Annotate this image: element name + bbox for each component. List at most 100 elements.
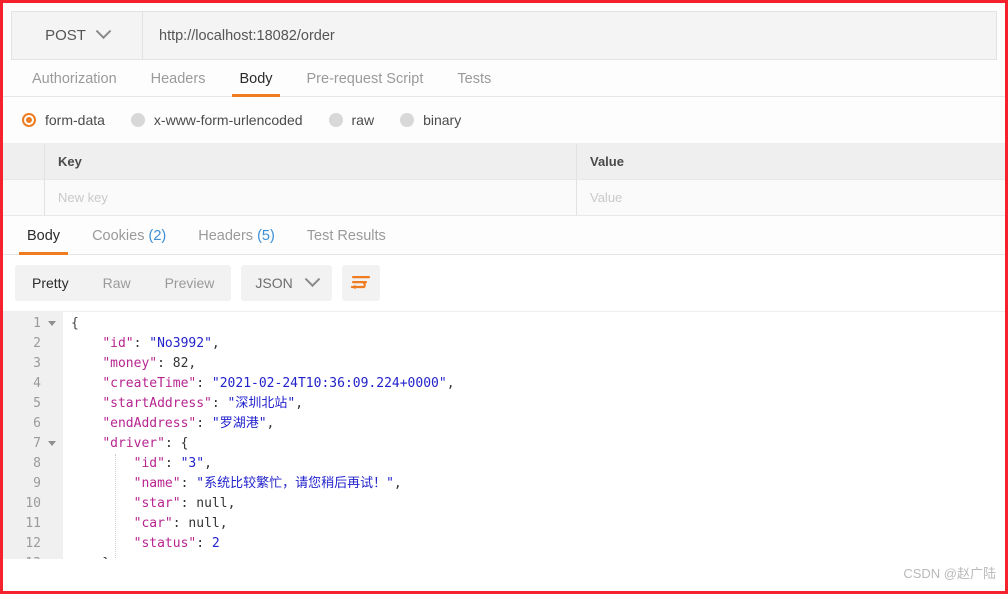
view-mode-pretty[interactable]: Pretty [15, 265, 86, 301]
response-tab-cookies-label: Cookies [92, 228, 145, 244]
row-checkbox-cell[interactable] [3, 180, 45, 215]
response-format-selector[interactable]: JSON [241, 265, 332, 301]
editor-line-numbers: 1234567891011121314 [3, 312, 63, 559]
line-number: 3 [33, 356, 41, 371]
response-tab-cookies-count: (2) [148, 228, 167, 244]
code-token: "createTime" [102, 376, 197, 391]
code-token: "罗湖港" [211, 416, 267, 431]
line-number: 5 [33, 396, 41, 411]
radio-raw-label: raw [351, 112, 375, 128]
code-line: "id": "3", [63, 454, 1005, 474]
editor-code-area[interactable]: { "id": "No3992", "money": 82, "createTi… [63, 312, 1005, 559]
code-token: : { [164, 436, 189, 451]
radio-form-data-label: form-data [45, 112, 105, 128]
tab-pre-request-script[interactable]: Pre-request Script [290, 71, 441, 96]
radio-selected-icon [22, 113, 36, 127]
code-token: { [71, 316, 79, 331]
response-tab-test-results[interactable]: Test Results [291, 228, 402, 254]
code-line: "id": "No3992", [63, 334, 1005, 354]
line-number: 8 [33, 456, 41, 471]
new-value-input[interactable]: Value [577, 180, 1005, 215]
code-line: { [63, 314, 1005, 334]
line-number: 6 [33, 416, 41, 431]
code-line: "star": null, [63, 494, 1005, 514]
http-method-label: POST [45, 27, 86, 44]
code-token: , [211, 336, 220, 351]
request-tabs: Authorization Headers Body Pre-request S… [3, 60, 1005, 97]
tab-headers[interactable]: Headers [134, 71, 223, 96]
radio-binary-label: binary [423, 112, 462, 128]
fold-arrow-icon[interactable] [48, 321, 56, 326]
postman-window: POST http://localhost:18082/order Author… [0, 0, 1008, 594]
code-token: "3" [180, 456, 205, 471]
table-row[interactable]: New key Value [3, 180, 1005, 216]
code-token: "系统比较繁忙，请您稍后再试！" [196, 476, 394, 491]
response-tab-cookies[interactable]: Cookies (2) [76, 228, 182, 254]
code-token: } [71, 556, 110, 559]
code-token: : [196, 416, 212, 431]
code-token: "深圳北站" [227, 396, 296, 411]
fold-arrow-icon[interactable] [48, 441, 56, 446]
radio-binary[interactable]: binary [400, 112, 461, 128]
http-method-selector[interactable]: POST [11, 11, 142, 60]
code-token: null [188, 516, 220, 531]
code-token: : [180, 476, 197, 491]
code-token: "No3992" [149, 336, 212, 351]
tab-body[interactable]: Body [222, 71, 289, 97]
code-token: "2021-02-24T10:36:09.224+0000" [211, 376, 447, 391]
tab-body-label: Body [239, 71, 273, 87]
wrap-lines-button[interactable] [341, 265, 380, 301]
code-token: : [196, 376, 212, 391]
radio-unselected-icon [400, 113, 415, 127]
code-token: , [188, 356, 197, 371]
tab-tests[interactable]: Tests [440, 71, 508, 96]
table-header-row: Key Value [3, 144, 1005, 180]
view-mode-preview[interactable]: Preview [148, 265, 232, 301]
response-tab-body[interactable]: Body [11, 228, 76, 255]
chevron-down-icon [95, 23, 112, 40]
code-token: : [172, 516, 189, 531]
column-header-key: Key [45, 144, 577, 179]
radio-raw[interactable]: raw [328, 112, 375, 128]
code-line: "createTime": "2021-02-24T10:36:09.224+0… [63, 374, 1005, 394]
column-header-value: Value [590, 154, 624, 169]
form-data-table: Key Value New key Value [3, 144, 1005, 216]
code-token: : [157, 356, 173, 371]
code-token: "money" [102, 356, 158, 371]
tab-pre-request-script-label: Pre-request Script [306, 71, 424, 87]
radio-form-data[interactable]: form-data [22, 112, 105, 128]
request-url-input[interactable]: http://localhost:18082/order [142, 11, 997, 60]
radio-x-www-form-urlencoded-label: x-www-form-urlencoded [153, 112, 303, 128]
code-line: "endAddress": "罗湖港", [63, 414, 1005, 434]
line-number: 12 [25, 536, 41, 551]
request-url-value: http://localhost:18082/order [159, 27, 335, 44]
line-number: 7 [3, 434, 63, 454]
new-key-input[interactable]: New key [45, 180, 577, 215]
body-type-options: form-data x-www-form-urlencoded raw bina… [3, 97, 1005, 144]
code-token: 82 [172, 356, 189, 371]
tab-authorization[interactable]: Authorization [15, 71, 134, 96]
response-tab-headers[interactable]: Headers (5) [182, 228, 291, 254]
chevron-down-icon [304, 270, 321, 287]
response-body-editor[interactable]: 1234567891011121314 { "id": "No3992", "m… [3, 311, 1005, 559]
code-token: "endAddress" [102, 416, 197, 431]
response-format-toolbar: Pretty Raw Preview JSON [3, 255, 1005, 311]
code-token: "car" [133, 516, 173, 531]
code-line: "money": 82, [63, 354, 1005, 374]
code-token: "id" [102, 336, 134, 351]
tab-tests-label: Tests [457, 71, 492, 87]
radio-x-www-form-urlencoded[interactable]: x-www-form-urlencoded [130, 112, 303, 128]
row-checkbox-cell [3, 144, 45, 179]
code-line: "startAddress": "深圳北站", [63, 394, 1005, 414]
line-number: 11 [25, 516, 41, 531]
code-line: "car": null, [63, 514, 1005, 534]
response-tab-body-label: Body [27, 228, 61, 244]
line-number: 2 [33, 336, 41, 351]
view-mode-raw[interactable]: Raw [86, 265, 148, 301]
response-tab-headers-count: (5) [257, 228, 275, 244]
